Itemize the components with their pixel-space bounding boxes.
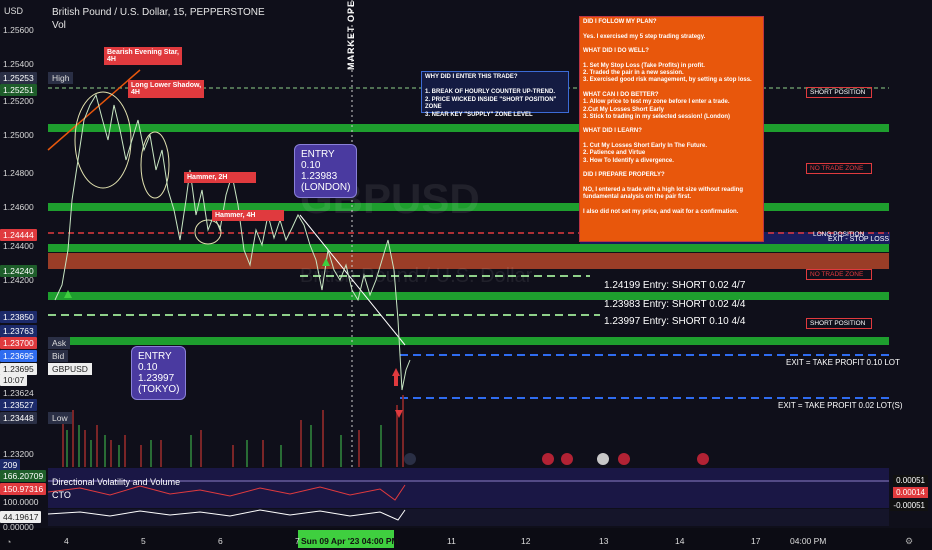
entry-london-bubble[interactable]: ENTRY 0.10 1.23983 (LONDON) [294,144,358,198]
no-trade-zone-label: NO TRADE ZONE [806,163,872,174]
bid-price-box: 1.23695 [0,350,37,362]
date-tick: 5 [141,536,146,546]
price-label: 1.25600 [3,25,34,35]
right-value-box: 0.00014 [893,487,928,498]
trade-review-note[interactable]: DID I FOLLOW MY PLAN? Yes. I exercised m… [579,16,764,242]
price-label: 1.24400 [3,241,34,251]
hammer-2h-tag[interactable]: Hammer, 2H [184,172,256,183]
no-trade-zone-label: NO TRADE ZONE [806,269,872,280]
bearish-evening-star-tag[interactable]: Bearish Evening Star, 4H [104,47,182,65]
ask-tag: Ask [48,337,71,349]
date-tick: 17 [751,536,761,546]
watermark-name: British Pound / U.S. Dollar [300,265,533,287]
date-tick: 7 [295,536,300,546]
tradingview-logo-icon: ◔ [6,537,12,547]
cto-level-label: 100.0000 [3,497,39,507]
price-box: 1.23527 [0,399,37,411]
cto-title[interactable]: CTO [52,490,71,500]
right-value-box: -0.00051 [890,500,928,511]
bid-tag: Bid [48,350,69,362]
ask-price-box: 1.23700 [0,337,37,349]
price-label: 1.25200 [3,96,34,106]
right-value-box: 0.00051 [893,475,928,486]
symbol-tag: GBPUSD [48,363,92,375]
symbol-title[interactable]: British Pound / U.S. Dollar, 15, PEPPERS… [52,6,265,19]
date-tick: 14 [675,536,685,546]
low-tag: Low [48,412,72,424]
why-entry-note[interactable]: WHY DID I ENTER THIS TRADE? 1. BREAK OF … [421,71,569,118]
chart-header: British Pound / U.S. Dollar, 15, PEPPERS… [52,6,265,32]
dvv-value-box: 166.20709 [0,470,47,482]
countdown-box: 10:07 [0,374,28,386]
price-label: 1.24600 [3,202,34,212]
entry-line-label: 1.23983 Entry: SHORT 0.02 4/4 [604,299,746,310]
short-position-label: SHORT POSITION [806,87,872,98]
exit-take-profit-010-label: EXIT = TAKE PROFIT 0.10 LOT [786,358,900,367]
settings-gear-icon[interactable]: ⚙ [905,536,913,547]
price-low-box: 1.23448 [0,412,37,424]
price-label: 1.24200 [3,275,34,285]
entry-line-label: 1.23997 Entry: SHORT 0.10 4/4 [604,316,746,327]
currency-label: USD [4,6,24,16]
date-tick: 11 [447,536,456,546]
date-tick: 13 [599,536,609,546]
cto-level-label: 0.00000 [3,522,34,532]
short-position-label: SHORT POSITION [806,318,872,329]
cursor-date-label: Sun 09 Apr '23 04:00 PM [301,536,399,546]
date-tick: 4 [64,536,69,546]
price-label: 1.25400 [3,59,34,69]
exit-stop-loss-label: EXIT - STOP LOSS [828,236,890,243]
date-tick: 6 [218,536,223,546]
price-label: 1.23624 [3,388,34,398]
market-open-label: MARKET OPEN [346,0,356,70]
date-tick: 12 [521,536,531,546]
price-label: 1.24800 [3,168,34,178]
price-label: 1.25000 [3,130,34,140]
dvv-value-box: 150.97316 [0,483,47,495]
volume-label: Vol [52,20,66,31]
price-box: 1.23763 [0,325,37,337]
price-high-box: 1.25253 [0,72,37,84]
price-box: 1.23850 [0,311,37,323]
date-tick: 04:00 PM [790,536,827,546]
dvv-title[interactable]: Directional Volatility and Volume [52,477,180,487]
exit-take-profit-002-label: EXIT = TAKE PROFIT 0.02 LOT(S) [778,401,903,410]
entry-line-label: 1.24199 Entry: SHORT 0.02 4/7 [604,280,746,291]
long-lower-shadow-tag[interactable]: Long Lower Shadow, 4H [128,80,205,98]
entry-tokyo-bubble[interactable]: ENTRY 0.10 1.23997 (TOKYO) [131,346,187,400]
high-tag: High [48,72,74,84]
hammer-4h-tag[interactable]: Hammer, 4H [212,210,284,221]
